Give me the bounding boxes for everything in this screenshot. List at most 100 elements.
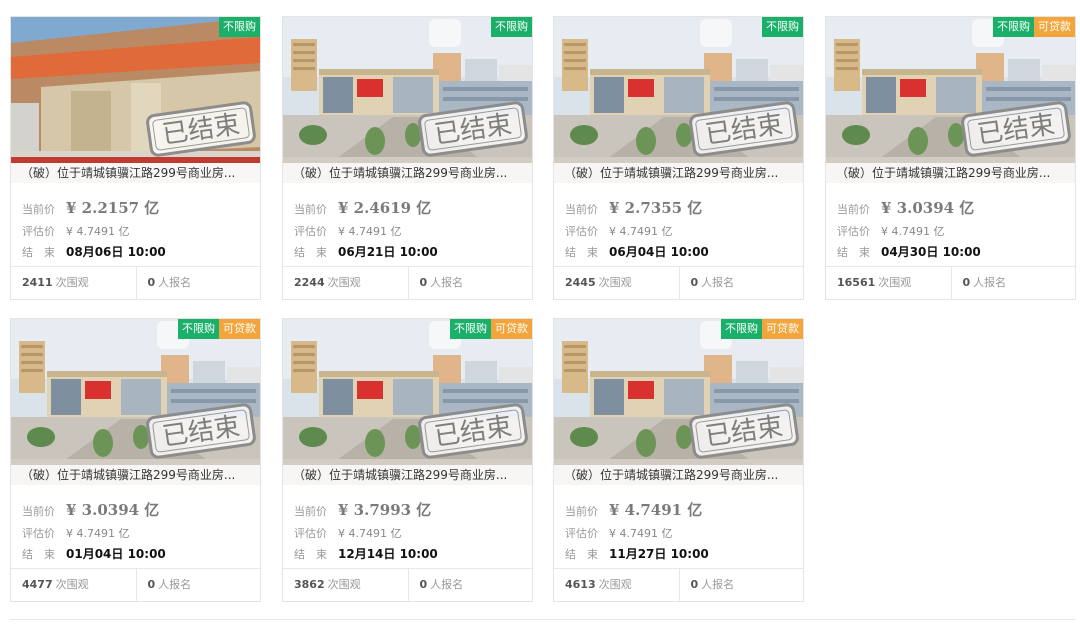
views-suffix: 次围观 <box>598 276 632 289</box>
current-price-value: ¥ 3.0394 亿 <box>881 199 975 217</box>
purchase-unrestricted-tag: 不限购 <box>491 17 532 37</box>
signup-count: 0 人报名 <box>950 267 1076 299</box>
property-title[interactable]: （破）位于靖城镇骥江路299号商业房... <box>283 465 532 485</box>
end-time-label: 结 束 <box>22 246 55 259</box>
property-title[interactable]: （破）位于靖城镇骥江路299号商业房... <box>554 465 803 485</box>
auction-card[interactable]: 已结束 不限购 （破）位于靖城镇骥江路299号商业房... 当前价 ¥ 2.21… <box>10 16 261 300</box>
end-time-label: 结 束 <box>294 548 327 561</box>
end-time-label: 结 束 <box>565 246 598 259</box>
end-time-value: 08月06日 10:00 <box>66 245 166 259</box>
end-time-value: 11月27日 10:00 <box>609 547 709 561</box>
views-number: 3862 <box>294 578 325 591</box>
property-title[interactable]: （破）位于靖城镇骥江路299号商业房... <box>826 163 1075 183</box>
signups-suffix: 人报名 <box>158 276 192 289</box>
property-photo[interactable]: 已结束 <box>554 319 803 485</box>
end-time-label: 结 束 <box>294 246 327 259</box>
current-price-value: ¥ 4.7491 亿 <box>609 501 703 519</box>
views-number: 2244 <box>294 276 325 289</box>
tag-group: 不限购 可贷款 <box>450 319 532 339</box>
tag-group: 不限购 <box>219 17 260 37</box>
auction-card[interactable]: 已结束 不限购 （破）位于靖城镇骥江路299号商业房... 当前价 ¥ 2.46… <box>282 16 533 300</box>
auction-card[interactable]: 已结束 不限购 可贷款 （破）位于靖城镇骥江路299号商业房... 当前价 ¥ 3… <box>825 16 1076 300</box>
property-title[interactable]: （破）位于靖城镇骥江路299号商业房... <box>554 163 803 183</box>
price-info: 当前价 ¥ 3.0394 亿 评估价 ¥ 4.7491 亿 结 束 04月30日… <box>826 193 1075 262</box>
current-price-label: 当前价 <box>837 203 870 216</box>
estimated-price-value: ¥ 4.7491 亿 <box>66 527 130 540</box>
property-photo[interactable]: 已结束 <box>11 17 260 183</box>
property-photo[interactable]: 已结束 <box>283 17 532 183</box>
signup-count: 0 人报名 <box>135 569 261 601</box>
card-footer: 3862 次围观 0 人报名 <box>283 568 532 601</box>
purchase-unrestricted-tag: 不限购 <box>219 17 260 37</box>
views-count: 4477 次围观 <box>11 569 136 601</box>
signups-suffix: 人报名 <box>701 276 735 289</box>
signups-suffix: 人报名 <box>973 276 1007 289</box>
views-suffix: 次围观 <box>878 276 912 289</box>
views-suffix: 次围观 <box>55 276 89 289</box>
card-footer: 2411 次围观 0 人报名 <box>11 266 260 299</box>
price-info: 当前价 ¥ 2.4619 亿 评估价 ¥ 4.7491 亿 结 束 06月21日… <box>283 193 532 262</box>
card-footer: 4477 次围观 0 人报名 <box>11 568 260 601</box>
purchase-unrestricted-tag: 不限购 <box>178 319 219 339</box>
auction-card[interactable]: 已结束 不限购 可贷款 （破）位于靖城镇骥江路299号商业房... 当前价 ¥ 3… <box>282 318 533 602</box>
estimated-price-label: 评估价 <box>565 527 598 540</box>
signups-number: 0 <box>690 276 699 289</box>
views-count: 2445 次围观 <box>554 267 679 299</box>
current-price-value: ¥ 3.7993 亿 <box>338 501 432 519</box>
end-time-label: 结 束 <box>837 246 870 259</box>
property-photo[interactable]: 已结束 <box>826 17 1075 183</box>
views-count: 2244 次围观 <box>283 267 408 299</box>
signups-number: 0 <box>419 276 428 289</box>
property-photo[interactable]: 已结束 <box>11 319 260 485</box>
estimated-price-label: 评估价 <box>837 225 870 238</box>
price-info: 当前价 ¥ 4.7491 亿 评估价 ¥ 4.7491 亿 结 束 11月27日… <box>554 495 803 564</box>
current-price-label: 当前价 <box>294 203 327 216</box>
purchase-unrestricted-tag: 不限购 <box>993 17 1034 37</box>
views-count: 3862 次围观 <box>283 569 408 601</box>
price-info: 当前价 ¥ 2.7355 亿 评估价 ¥ 4.7491 亿 结 束 06月04日… <box>554 193 803 262</box>
property-title[interactable]: （破）位于靖城镇骥江路299号商业房... <box>11 163 260 183</box>
estimated-price-value: ¥ 4.7491 亿 <box>609 527 673 540</box>
views-number: 2445 <box>565 276 596 289</box>
signups-suffix: 人报名 <box>430 276 464 289</box>
property-photo[interactable]: 已结束 <box>554 17 803 183</box>
end-time-value: 06月04日 10:00 <box>609 245 709 259</box>
signups-number: 0 <box>147 578 156 591</box>
loan-available-tag: 可贷款 <box>491 319 532 339</box>
signups-number: 0 <box>147 276 156 289</box>
auction-card[interactable]: 已结束 不限购 （破）位于靖城镇骥江路299号商业房... 当前价 ¥ 2.73… <box>553 16 804 300</box>
auction-card[interactable]: 已结束 不限购 可贷款 （破）位于靖城镇骥江路299号商业房... 当前价 ¥ 4… <box>553 318 804 602</box>
estimated-price-value: ¥ 4.7491 亿 <box>66 225 130 238</box>
loan-available-tag: 可贷款 <box>219 319 260 339</box>
estimated-price-value: ¥ 4.7491 亿 <box>338 527 402 540</box>
property-title[interactable]: （破）位于靖城镇骥江路299号商业房... <box>283 163 532 183</box>
views-suffix: 次围观 <box>55 578 89 591</box>
property-title[interactable]: （破）位于靖城镇骥江路299号商业房... <box>11 465 260 485</box>
views-number: 2411 <box>22 276 53 289</box>
price-info: 当前价 ¥ 2.2157 亿 评估价 ¥ 4.7491 亿 结 束 08月06日… <box>11 193 260 262</box>
end-time-value: 04月30日 10:00 <box>881 245 981 259</box>
estimated-price-value: ¥ 4.7491 亿 <box>881 225 945 238</box>
views-number: 16561 <box>837 276 876 289</box>
current-price-label: 当前价 <box>294 505 327 518</box>
tag-group: 不限购 可贷款 <box>721 319 803 339</box>
auction-card[interactable]: 已结束 不限购 可贷款 （破）位于靖城镇骥江路299号商业房... 当前价 ¥ 3… <box>10 318 261 602</box>
signups-suffix: 人报名 <box>430 578 464 591</box>
divider <box>10 619 1076 620</box>
views-suffix: 次围观 <box>327 276 361 289</box>
end-time-label: 结 束 <box>22 548 55 561</box>
views-count: 2411 次围观 <box>11 267 136 299</box>
tag-group: 不限购 <box>491 17 532 37</box>
price-info: 当前价 ¥ 3.7993 亿 评估价 ¥ 4.7491 亿 结 束 12月14日… <box>283 495 532 564</box>
signup-count: 0 人报名 <box>407 569 533 601</box>
estimated-price-label: 评估价 <box>22 527 55 540</box>
estimated-price-label: 评估价 <box>565 225 598 238</box>
signup-count: 0 人报名 <box>135 267 261 299</box>
current-price-value: ¥ 2.4619 亿 <box>338 199 432 217</box>
property-photo[interactable]: 已结束 <box>283 319 532 485</box>
purchase-unrestricted-tag: 不限购 <box>721 319 762 339</box>
signup-count: 0 人报名 <box>678 267 804 299</box>
estimated-price-label: 评估价 <box>294 527 327 540</box>
signups-suffix: 人报名 <box>158 578 192 591</box>
card-footer: 4613 次围观 0 人报名 <box>554 568 803 601</box>
